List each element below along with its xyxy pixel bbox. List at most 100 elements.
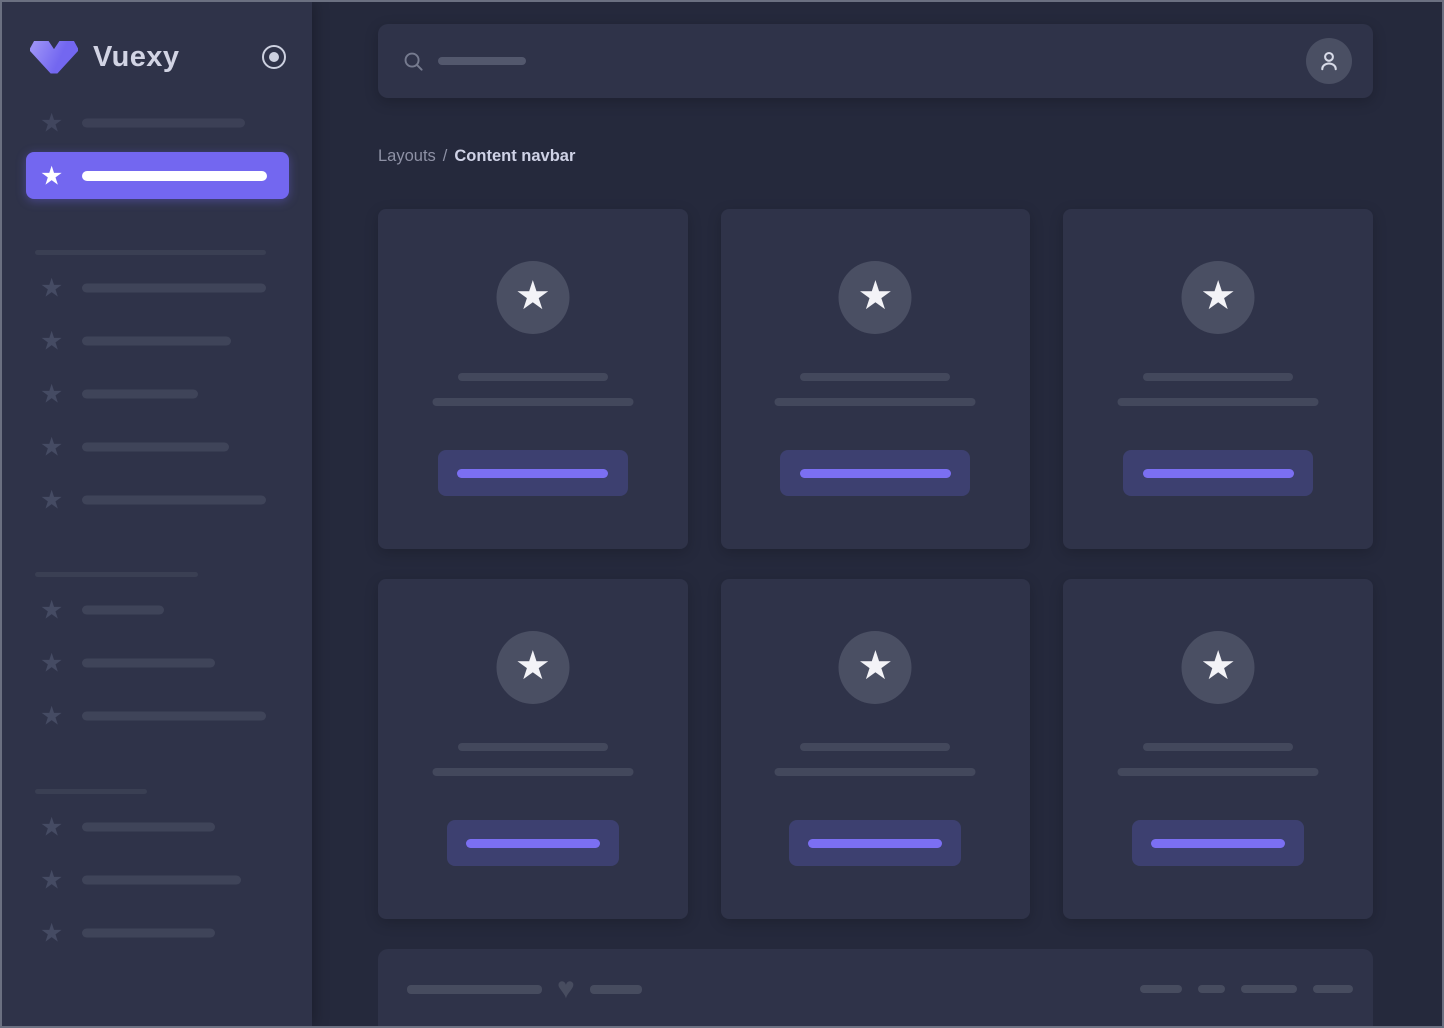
heart-icon: ♥ bbox=[557, 974, 575, 1004]
card-subtitle-placeholder-bar bbox=[775, 398, 976, 406]
card-subtitle-placeholder-bar bbox=[1118, 398, 1319, 406]
star-icon: ★ bbox=[40, 813, 63, 839]
item-label-placeholder-bar bbox=[82, 442, 229, 451]
search-placeholder-bar bbox=[438, 57, 526, 65]
sidebar-item[interactable]: ★ bbox=[2, 329, 312, 353]
skeleton-card: ★ bbox=[1063, 579, 1373, 919]
card-title-placeholder-bar bbox=[458, 743, 608, 751]
sidebar-item[interactable]: ★ bbox=[2, 488, 312, 512]
star-icon: ★ bbox=[515, 276, 551, 316]
item-label-placeholder-bar bbox=[82, 119, 245, 128]
sidebar-item[interactable]: ★ bbox=[2, 111, 312, 135]
star-icon: ★ bbox=[515, 646, 551, 686]
sidebar-item[interactable]: ★ bbox=[2, 815, 312, 839]
item-label-placeholder-bar bbox=[82, 495, 266, 504]
card-avatar-circle: ★ bbox=[839, 631, 912, 704]
item-label-placeholder-bar bbox=[82, 605, 164, 614]
item-label-placeholder-bar bbox=[82, 711, 266, 720]
search-input[interactable] bbox=[378, 24, 949, 98]
card-title-placeholder-bar bbox=[1143, 373, 1293, 381]
button-label-placeholder-bar bbox=[1143, 469, 1294, 478]
sidebar-menu: ★ ★ ★ ★ ★ ★ ★ ★ ★ ★ ★ ★ ★ bbox=[2, 2, 312, 1026]
card-grid: ★ ★ ★ ★ ★ ★ bbox=[378, 209, 1373, 919]
footer-placeholder-bar bbox=[1313, 985, 1353, 993]
skeleton-card: ★ bbox=[1063, 209, 1373, 549]
breadcrumb: Layouts / Content navbar bbox=[378, 145, 1373, 167]
button-label-placeholder-bar bbox=[800, 469, 951, 478]
sidebar-item[interactable]: ★ bbox=[2, 651, 312, 675]
star-icon: ★ bbox=[40, 162, 63, 188]
skeleton-card: ★ bbox=[721, 209, 1031, 549]
card-subtitle-placeholder-bar bbox=[1118, 768, 1319, 776]
sidebar-item[interactable]: ★ bbox=[2, 704, 312, 728]
item-label-placeholder-bar bbox=[82, 928, 215, 937]
star-icon: ★ bbox=[40, 486, 63, 512]
button-label-placeholder-bar bbox=[1151, 839, 1285, 848]
search-icon bbox=[402, 50, 425, 73]
star-icon: ★ bbox=[40, 380, 63, 406]
main-content: Layouts / Content navbar ★ ★ ★ ★ ★ ★ ♥ bbox=[312, 2, 1442, 1026]
button-label-placeholder-bar bbox=[466, 839, 600, 848]
star-icon: ★ bbox=[40, 274, 63, 300]
sidebar-item[interactable]: ★ bbox=[2, 435, 312, 459]
card-subtitle-placeholder-bar bbox=[432, 398, 633, 406]
card-button[interactable] bbox=[447, 820, 619, 866]
star-icon: ★ bbox=[40, 596, 63, 622]
navbar bbox=[378, 24, 1373, 98]
user-avatar[interactable] bbox=[1306, 38, 1352, 84]
sidebar-item[interactable]: ★ bbox=[2, 598, 312, 622]
sidebar-item[interactable]: ★ bbox=[2, 868, 312, 892]
card-subtitle-placeholder-bar bbox=[432, 768, 633, 776]
card-title-placeholder-bar bbox=[1143, 743, 1293, 751]
card-avatar-circle: ★ bbox=[496, 261, 569, 334]
app-window: Vuexy ★★★★★★★★★★★★★ L bbox=[0, 0, 1444, 1028]
card-button[interactable] bbox=[780, 450, 970, 496]
item-label-placeholder-bar bbox=[82, 875, 241, 884]
skeleton-card: ★ bbox=[721, 579, 1031, 919]
footer-placeholder-bar bbox=[1140, 985, 1182, 993]
card-title-placeholder-bar bbox=[800, 743, 950, 751]
star-icon: ★ bbox=[1200, 276, 1236, 316]
star-icon: ★ bbox=[40, 702, 63, 728]
card-avatar-circle: ★ bbox=[1182, 631, 1255, 704]
breadcrumb-current: Content navbar bbox=[454, 147, 575, 166]
item-label-placeholder-bar bbox=[82, 336, 231, 345]
item-label-placeholder-bar bbox=[82, 822, 215, 831]
footer-placeholder-bar bbox=[590, 985, 642, 994]
button-label-placeholder-bar bbox=[808, 839, 942, 848]
sidebar-item[interactable]: ★ bbox=[2, 276, 312, 300]
card-button[interactable] bbox=[789, 820, 961, 866]
button-label-placeholder-bar bbox=[457, 469, 608, 478]
footer-placeholder-bar bbox=[407, 985, 542, 994]
item-label-placeholder-bar bbox=[82, 171, 267, 181]
item-label-placeholder-bar bbox=[82, 389, 198, 398]
item-label-placeholder-bar bbox=[82, 283, 266, 292]
sidebar-item[interactable]: ★ bbox=[2, 921, 312, 945]
breadcrumb-parent[interactable]: Layouts bbox=[378, 147, 436, 166]
card-avatar-circle: ★ bbox=[839, 261, 912, 334]
star-icon: ★ bbox=[40, 109, 63, 135]
card-avatar-circle: ★ bbox=[1182, 261, 1255, 334]
star-icon: ★ bbox=[1200, 646, 1236, 686]
breadcrumb-separator: / bbox=[443, 147, 448, 166]
section-label-placeholder-bar bbox=[35, 572, 198, 577]
card-title-placeholder-bar bbox=[800, 373, 950, 381]
sidebar-item[interactable]: ★ bbox=[2, 382, 312, 406]
star-icon: ★ bbox=[40, 327, 63, 353]
footer-row: ♥ bbox=[407, 980, 1353, 998]
footer-links bbox=[1140, 985, 1353, 993]
star-icon: ★ bbox=[40, 866, 63, 892]
card-button[interactable] bbox=[1132, 820, 1304, 866]
card-button[interactable] bbox=[1123, 450, 1313, 496]
card-title-placeholder-bar bbox=[458, 373, 608, 381]
section-label-placeholder-bar bbox=[35, 250, 266, 255]
star-icon: ★ bbox=[858, 276, 894, 316]
sidebar-item-active[interactable]: ★ bbox=[26, 152, 289, 199]
section-label-placeholder-bar bbox=[35, 789, 147, 794]
card-button[interactable] bbox=[438, 450, 628, 496]
item-label-placeholder-bar bbox=[82, 658, 215, 667]
footer-placeholder-bar bbox=[1241, 985, 1297, 993]
star-icon: ★ bbox=[40, 433, 63, 459]
footer-placeholder-bar bbox=[1198, 985, 1225, 993]
star-icon: ★ bbox=[40, 649, 63, 675]
